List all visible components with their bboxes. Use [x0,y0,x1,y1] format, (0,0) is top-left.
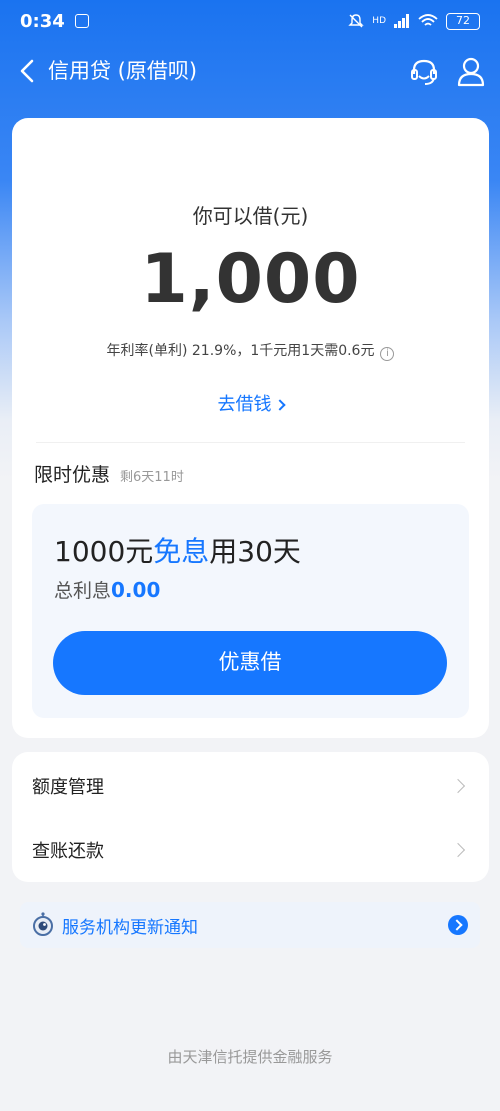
footer-text: 由天津信托提供金融服务 [167,1048,333,1066]
menu-card: 额度管理 查账还款 [12,752,489,882]
borrow-link-label: 去借钱 [217,394,272,415]
back-icon[interactable] [14,56,42,86]
credit-amount: 1,000 [140,240,361,319]
wifi-icon [418,14,438,26]
borrow-money-link[interactable]: 去借钱 [12,390,489,416]
nav-bar: 信用贷 (原借呗) [0,42,500,100]
status-right: HD 72 [348,12,480,30]
interest-label: 总利息 [54,580,112,602]
menu-item-label: 查账还款 [32,841,104,862]
loan-card: 你可以借(元) 1,000 年利率(单利) 21.9%，1千元用1天需0.6元 i… [12,118,489,738]
signal-icon [394,14,409,28]
notification-icon [74,14,89,28]
promo-headline-pre: 1000元 [54,535,154,568]
total-interest: 总利息0.00 [54,576,160,603]
menu-item-label: 额度管理 [32,777,104,798]
promo-headline-highlight: 免息 [153,535,210,568]
promo-headline-post: 用30天 [209,535,301,568]
network-label: HD [372,16,386,26]
user-icon[interactable] [456,56,486,88]
arrow-right-circle-icon[interactable] [448,915,468,935]
promo-section-title: 限时优惠 剩6天11时 [34,460,184,487]
promo-remaining-time: 剩6天11时 [120,470,184,485]
promo-title: 限时优惠 [34,464,111,486]
status-time: 0:34 [20,10,65,32]
menu-item-credit-management[interactable]: 额度管理 [12,754,489,818]
borrow-label: 你可以借(元) [192,204,309,228]
page-title: 信用贷 (原借呗) [48,59,198,83]
mute-icon [348,14,364,28]
battery-icon: 72 [446,12,480,30]
customer-service-icon[interactable] [408,56,440,88]
menu-item-bills-repayment[interactable]: 查账还款 [12,818,489,882]
chevron-right-icon [450,842,466,858]
notice-text: 服务机构更新通知 [62,917,198,938]
promo-headline: 1000元免息用30天 [54,530,301,570]
notice-bar[interactable]: 服务机构更新通知 [20,902,480,948]
rate-text: 年利率(单利) 21.9%，1千元用1天需0.6元 [106,343,375,359]
chevron-right-icon [273,399,286,411]
status-bar: 0:34 HD 72 [0,0,500,42]
divider [36,442,465,443]
chevron-right-icon [450,778,466,794]
promo-borrow-button[interactable]: 优惠借 [53,631,447,695]
interest-value: 0.00 [111,578,161,602]
promo-box: 1000元免息用30天 总利息0.00 优惠借 [32,504,469,718]
rate-line: 年利率(单利) 21.9%，1千元用1天需0.6元 i [12,340,489,361]
robot-icon [33,912,53,936]
info-icon[interactable]: i [380,347,395,361]
